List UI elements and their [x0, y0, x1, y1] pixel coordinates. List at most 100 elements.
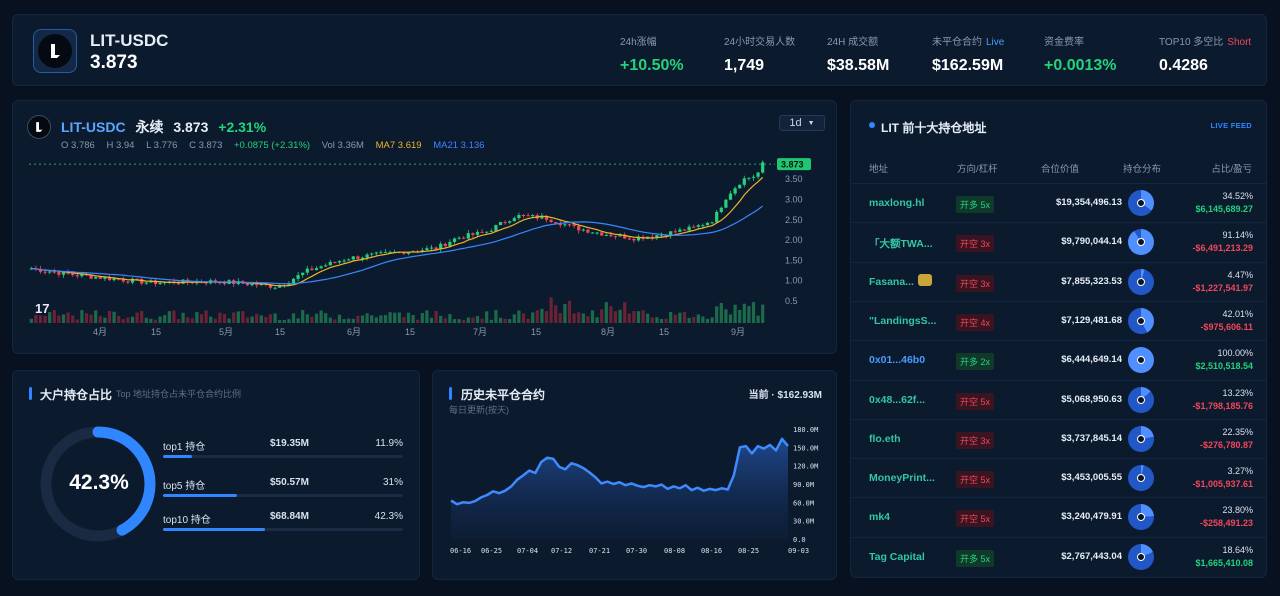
volume-bar	[452, 319, 457, 323]
volume-bar	[273, 313, 277, 323]
holder-address[interactable]: Tag Capital	[869, 551, 925, 563]
holder-share: 4.47%	[1227, 269, 1253, 280]
holder-position-value: $2,767,443.04	[1061, 550, 1122, 562]
volume-bar	[719, 302, 723, 323]
volume-bar	[549, 297, 553, 323]
candle-body	[498, 222, 503, 226]
volume-bar	[429, 317, 434, 323]
holder-distribution-pie	[1128, 347, 1154, 374]
candle-body	[324, 265, 328, 267]
candle-body	[719, 207, 723, 212]
stat-label: 未平仓合约 Live	[932, 33, 1004, 48]
volume-bar	[71, 315, 75, 323]
candle-body	[301, 272, 305, 276]
holder-address[interactable]: maxlong.hl	[869, 197, 924, 209]
volume-bar	[388, 312, 392, 323]
pie-center-icon	[1137, 199, 1145, 207]
holder-distribution-pie	[1128, 190, 1154, 216]
candle-body	[356, 256, 360, 259]
holder-row[interactable]: Fasana... 开空 3x $7,855,323.53 4.47% -$1,227,…	[852, 261, 1267, 301]
volume-bar	[577, 312, 581, 323]
holder-address[interactable]: 「大额TWA...	[869, 236, 933, 251]
holder-pnl: -$276,780.87	[1199, 439, 1253, 450]
volume-bar	[448, 314, 452, 323]
holder-share: 91.14%	[1222, 230, 1253, 241]
volume-bar	[80, 310, 84, 323]
y-tick: 1.00	[785, 276, 803, 286]
candle-body	[314, 268, 319, 271]
volume-bar	[172, 310, 176, 323]
holder-row[interactable]: maxlong.hl 开多 5x $19,354,496.13 34.52% $6,14…	[852, 183, 1267, 222]
candle-body	[176, 283, 181, 285]
holder-row[interactable]: 「大额TWA... 开空 3x $9,790,044.14 91.14% -$6,491…	[852, 222, 1267, 261]
volume-bar	[149, 318, 153, 323]
holder-pnl: -$1,227,541.97	[1192, 282, 1253, 293]
x-tick: 6月	[347, 327, 361, 337]
volume-bar	[57, 315, 61, 323]
ohlc-volume: Vol 3.36M	[321, 140, 364, 151]
candle-body	[692, 226, 696, 228]
volume-bar	[89, 314, 93, 323]
oi-x-tick: 08-08	[664, 547, 685, 555]
holder-row[interactable]: flo.eth 开空 3x $3,737,845.14 22.35% -$276,780…	[852, 418, 1267, 458]
holder-address[interactable]: "LandingsS...	[869, 315, 936, 327]
stat-label-text: 24小时交易人数	[724, 37, 796, 48]
holder-row[interactable]: MoneyPrint... 开空 5x $3,453,005.55 3.27% -$1,…	[852, 458, 1267, 497]
holder-share: 23.80%	[1222, 505, 1253, 516]
volume-bar	[650, 317, 654, 323]
oi-y-tick: 150.0M	[793, 444, 818, 452]
holder-side-leverage: 开空 4x	[956, 313, 995, 331]
candle-body	[480, 231, 484, 233]
stat-label-text: 24h涨幅	[620, 37, 657, 48]
volume-bar	[347, 318, 351, 323]
y-tick: 3.00	[785, 195, 803, 205]
holder-address[interactable]: mk4	[869, 511, 890, 523]
volume-bar	[222, 313, 227, 323]
stat-1: 24小时交易人数 1,749	[724, 33, 795, 75]
holder-row[interactable]: 0x48...62f... 开空 5x $5,068,950.63 13.23% -$1…	[852, 379, 1267, 419]
candle-body	[508, 221, 512, 223]
holder-address[interactable]: 0x01...46b0	[869, 354, 925, 366]
volume-bar	[641, 310, 645, 323]
holder-address[interactable]: Fasana...	[869, 276, 914, 288]
holder-row[interactable]: Tag Capital 开多 5x $2,767,443.04 18.64% $1,66…	[852, 536, 1267, 576]
x-tick: 15	[275, 327, 285, 337]
interval-select[interactable]: 1d ▼	[779, 115, 825, 131]
y-tick: 2.00	[785, 235, 803, 245]
holder-share: 34.52%	[1222, 191, 1253, 201]
concentration-bar-fill	[163, 494, 238, 497]
holder-row[interactable]: 0x01...46b0 开多 2x $6,444,649.14 100.00% $2,5…	[852, 340, 1267, 379]
concentration-pct: 31%	[382, 477, 403, 488]
holder-address[interactable]: MoneyPrint...	[869, 472, 935, 484]
x-tick: 4月	[93, 327, 107, 337]
candle-body	[724, 199, 728, 208]
logo-icon	[38, 34, 72, 68]
candle-body	[351, 256, 355, 260]
holder-address[interactable]: flo.eth	[869, 433, 901, 445]
top-holders-panel: LIT 前十大持仓地址 LIVE FEED 地址 方向/杠杆 合位价值 持仓分布…	[850, 100, 1267, 578]
holder-row[interactable]: "LandingsS... 开空 4x $7,129,481.68 42.01% -$9…	[852, 300, 1267, 340]
volume-bar	[195, 312, 199, 323]
stat-value: 1,749	[724, 57, 765, 74]
holder-concentration-panel: 大户持仓占比 Top 地址持仓占未平仓合约比例 42.3% top1 持仓 $19…	[12, 370, 420, 580]
candle-body	[342, 260, 346, 262]
volume-bar	[393, 312, 397, 323]
stat-5: TOP10 多空比 Short 0.4286	[1159, 33, 1251, 75]
last-price-tag: 3.873	[777, 158, 811, 171]
volume-bar	[38, 315, 43, 323]
candle-body	[678, 229, 682, 232]
volume-bar	[613, 311, 618, 323]
candle-body	[751, 176, 756, 178]
candle-body	[278, 286, 282, 288]
volume-bar	[715, 306, 719, 323]
holder-row[interactable]: mk4 开空 5x $3,240,479.91 23.80% -$258,491.23	[852, 497, 1267, 536]
holder-distribution-pie	[1128, 229, 1154, 256]
candle-body	[673, 231, 677, 233]
pair-price: 3.873	[90, 52, 138, 73]
holder-position-value: $9,790,044.14	[1061, 236, 1122, 248]
volume-bar	[94, 310, 98, 323]
candle-body	[526, 215, 530, 217]
holder-address[interactable]: 0x48...62f...	[869, 394, 925, 406]
y-tick: 1.50	[785, 255, 803, 265]
y-tick: 3.50	[785, 174, 803, 184]
